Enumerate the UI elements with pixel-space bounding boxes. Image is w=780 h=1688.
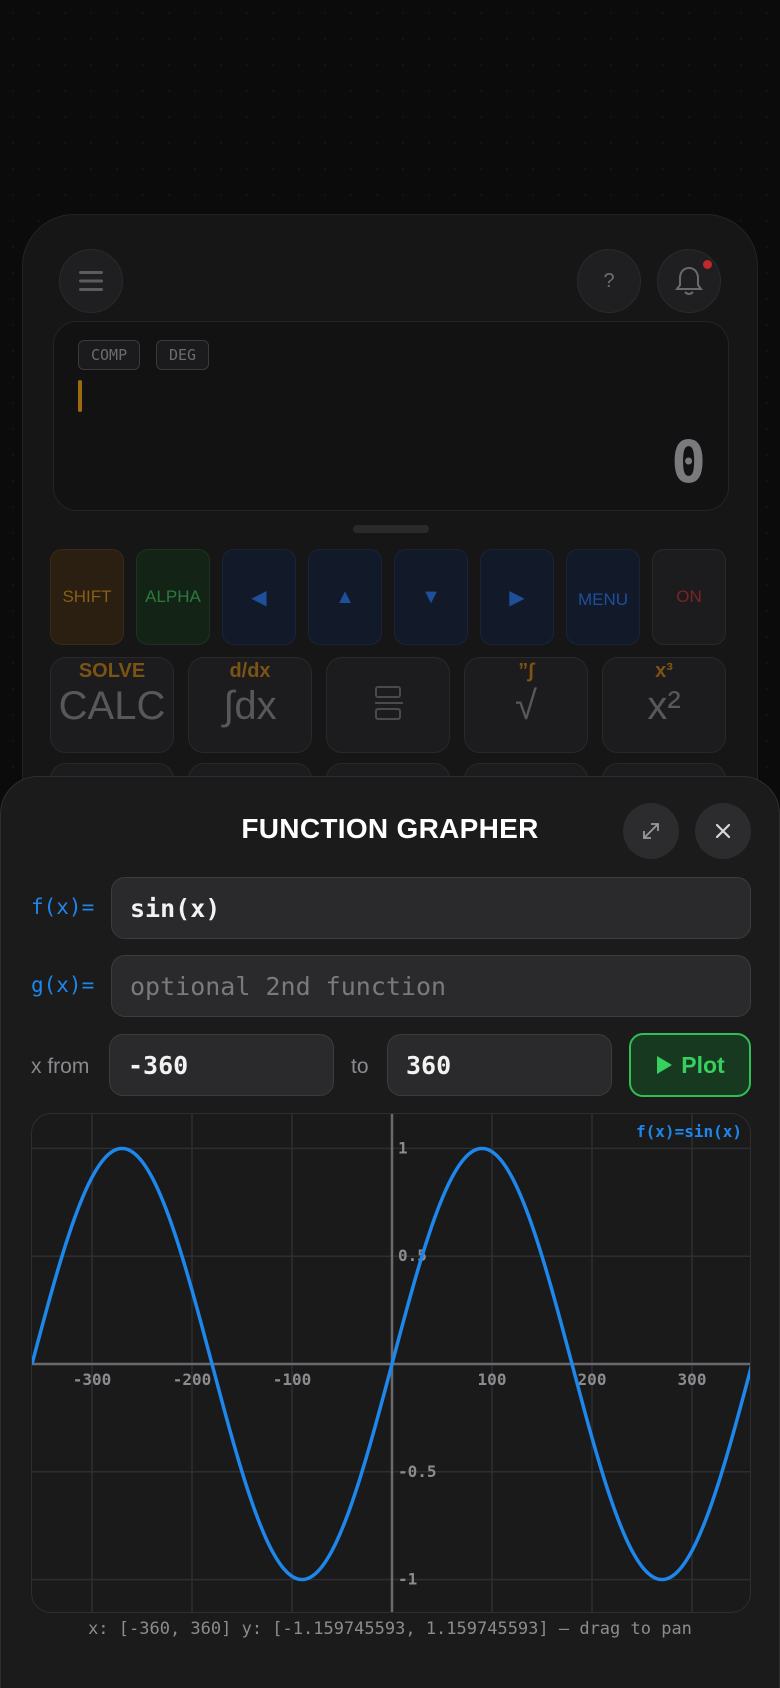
g-label: g(x)= bbox=[31, 973, 95, 997]
mode-tag-comp: COMP bbox=[78, 340, 141, 370]
play-icon bbox=[657, 1056, 673, 1074]
to-label: to bbox=[351, 1055, 369, 1078]
x-tick-label: 100 bbox=[478, 1370, 507, 1389]
on-key[interactable]: ON bbox=[652, 549, 726, 645]
right-arrow-key[interactable]: ▶ bbox=[480, 549, 554, 645]
square-key-shift-label: x³ bbox=[655, 660, 673, 682]
mode-tag-deg: DEG bbox=[156, 340, 210, 370]
g-input[interactable] bbox=[111, 955, 751, 1017]
y-tick-label: -0.5 bbox=[398, 1462, 437, 1481]
notification-dot bbox=[703, 260, 712, 269]
expand-button[interactable] bbox=[623, 803, 679, 859]
f-label: f(x)= bbox=[31, 895, 95, 919]
graph-legend: f(x)=sin(x) bbox=[636, 1122, 742, 1141]
x-tick-label: -200 bbox=[173, 1370, 212, 1389]
expand-icon bbox=[643, 823, 659, 839]
input-cursor bbox=[78, 380, 82, 412]
sqrt-key-label: √ bbox=[515, 684, 537, 728]
x-tick-label: -100 bbox=[273, 1370, 312, 1389]
display-result: 0 bbox=[671, 428, 706, 496]
calc-key[interactable]: SOLVE CALC bbox=[50, 657, 174, 753]
fraction-key[interactable] bbox=[326, 657, 450, 753]
shift-key[interactable]: SHIFT bbox=[50, 549, 124, 645]
fraction-icon bbox=[375, 686, 403, 726]
drag-handle[interactable] bbox=[353, 525, 429, 533]
help-button[interactable]: ? bbox=[577, 249, 641, 313]
calculator-display: COMP DEG 0 bbox=[53, 321, 729, 511]
left-arrow-key[interactable]: ◀ bbox=[222, 549, 296, 645]
hamburger-icon bbox=[79, 271, 103, 291]
hamburger-menu-button[interactable] bbox=[59, 249, 123, 313]
menu-key[interactable]: MENU bbox=[566, 549, 640, 645]
function-grapher-sheet: FUNCTION GRAPHER f(x)= g(x)= x from to P… bbox=[0, 776, 780, 1688]
f-input[interactable] bbox=[111, 877, 751, 939]
notifications-button[interactable] bbox=[657, 249, 721, 313]
graph-status: x: [-360, 360] y: [-1.159745593, 1.15974… bbox=[88, 1619, 692, 1639]
x-from-input[interactable] bbox=[109, 1034, 334, 1096]
close-icon bbox=[715, 823, 731, 839]
integral-key[interactable]: d/dx ∫dx bbox=[188, 657, 312, 753]
calculator-body: ? COMP DEG 0 SHIFT ALPHA ◀ ▲ ▼ ▶ MENU ON… bbox=[22, 214, 758, 854]
x-to-input[interactable] bbox=[387, 1034, 612, 1096]
alpha-key[interactable]: ALPHA bbox=[136, 549, 210, 645]
graph-svg: -300 -200 -100 100 200 30010.5-0.5-1 bbox=[32, 1114, 750, 1612]
x-tick-label: -300 bbox=[73, 1370, 112, 1389]
square-key-label: x² bbox=[647, 684, 681, 728]
plot-button-label: Plot bbox=[681, 1051, 725, 1078]
x-tick-label: 200 bbox=[578, 1370, 607, 1389]
x-tick-label: 300 bbox=[678, 1370, 707, 1389]
integral-key-label: ∫dx bbox=[223, 684, 277, 728]
down-arrow-key[interactable]: ▼ bbox=[394, 549, 468, 645]
calc-key-shift-label: SOLVE bbox=[78, 660, 146, 682]
sqrt-key-shift-label: ”∫ bbox=[518, 660, 534, 682]
bell-icon bbox=[675, 266, 703, 295]
integral-key-shift-label: d/dx bbox=[229, 660, 271, 682]
y-tick-label: -1 bbox=[398, 1570, 417, 1589]
sqrt-key[interactable]: ”∫ √ bbox=[464, 657, 588, 753]
help-icon: ? bbox=[603, 269, 615, 292]
plot-button[interactable]: Plot bbox=[629, 1033, 751, 1097]
up-arrow-key[interactable]: ▲ bbox=[308, 549, 382, 645]
x-from-label: x from bbox=[31, 1055, 90, 1078]
y-tick-label: 1 bbox=[398, 1138, 408, 1157]
square-key[interactable]: x³ x² bbox=[602, 657, 726, 753]
calc-key-label: CALC bbox=[58, 684, 166, 728]
close-button[interactable] bbox=[695, 803, 751, 859]
graph-canvas[interactable]: -300 -200 -100 100 200 300 1 0.5 -0.5 -1 f(x)=sin… bbox=[31, 1113, 751, 1613]
